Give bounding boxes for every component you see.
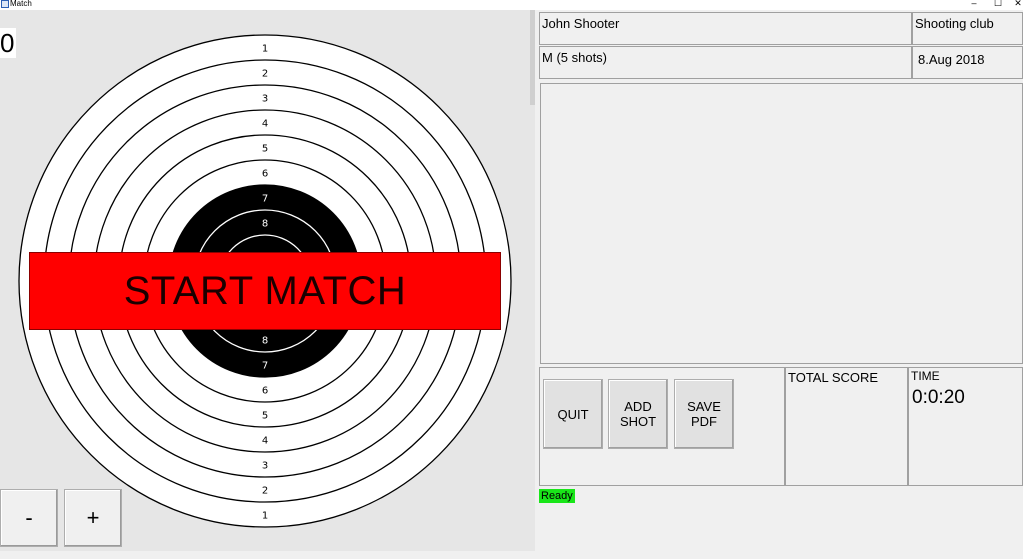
save-pdf-button[interactable]: SAVE PDF (674, 379, 734, 449)
minimize-icon[interactable]: – (967, 0, 981, 8)
shot-counter: 0 (0, 28, 16, 58)
ring-number-top-8: 8 (262, 219, 268, 230)
ring-number-bottom-7: 7 (262, 361, 268, 372)
time-value: 0:0:20 (912, 387, 965, 408)
ring-number-bottom-4: 4 (262, 436, 268, 447)
ring-number-bottom-2: 2 (262, 486, 268, 497)
total-score-label: TOTAL SCORE (788, 370, 879, 385)
zoom-in-button[interactable]: + (64, 489, 122, 547)
zoom-out-button[interactable]: - (0, 489, 58, 547)
shooter-name: John Shooter (542, 16, 620, 31)
ring-number-bottom-3: 3 (262, 461, 268, 472)
ring-number-top-7: 7 (262, 194, 268, 205)
panel-divider (530, 10, 535, 105)
shots-list-panel (540, 83, 1023, 364)
window-title: Match (10, 0, 32, 8)
status-badge: Ready (539, 489, 575, 503)
close-icon[interactable]: ✕ (1011, 0, 1023, 8)
start-match-label: START MATCH (123, 268, 407, 313)
ring-number-top-6: 6 (262, 169, 268, 180)
time-label: TIME (911, 369, 940, 383)
ring-number-bottom-6: 6 (262, 386, 268, 397)
target-panel: 1 2 3 4 5 6 7 8 8 7 6 5 4 3 2 1 0 START MATCH - + (0, 10, 535, 551)
match-date: 8.Aug 2018 (918, 52, 985, 67)
ring-number-top-1: 1 (262, 44, 268, 55)
date-field: 8.Aug 2018 (912, 46, 1023, 79)
discipline-field: M (5 shots) (539, 46, 912, 79)
start-match-button[interactable]: START MATCH (29, 252, 501, 330)
club-name: Shooting club (915, 16, 994, 31)
quit-button[interactable]: QUIT (543, 379, 603, 449)
shooter-name-field: John Shooter (539, 12, 912, 45)
title-bar: Match – ☐ ✕ (0, 0, 1023, 10)
ring-number-bottom-8: 8 (262, 336, 268, 347)
discipline: M (5 shots) (542, 50, 608, 65)
maximize-icon[interactable]: ☐ (991, 0, 1005, 8)
app-icon (1, 0, 9, 8)
club-field: Shooting club (912, 12, 1023, 45)
ring-number-top-2: 2 (262, 69, 268, 80)
add-shot-button[interactable]: ADD SHOT (608, 379, 668, 449)
time-panel: TIME 0:0:20 (908, 367, 1023, 486)
ring-number-bottom-5: 5 (262, 411, 268, 422)
ring-number-top-5: 5 (262, 144, 268, 155)
ring-number-bottom-1: 1 (262, 511, 268, 522)
ring-number-top-3: 3 (262, 94, 268, 105)
total-score-panel: TOTAL SCORE (785, 367, 908, 486)
ring-number-top-4: 4 (262, 119, 268, 130)
